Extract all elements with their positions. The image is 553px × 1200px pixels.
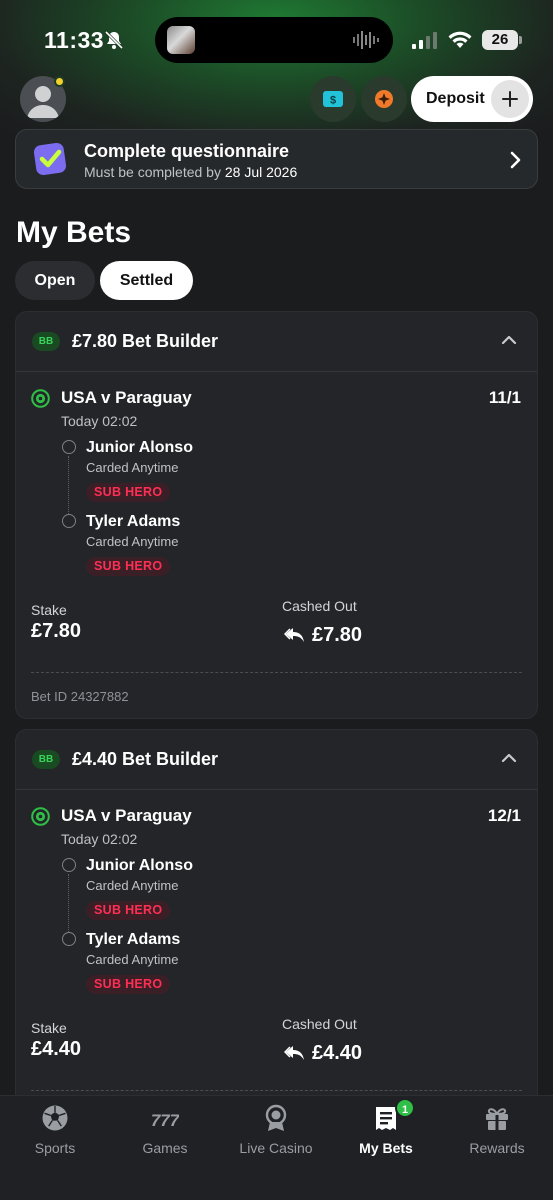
cash-ticket-button[interactable]: $ (310, 76, 356, 122)
bet-id: Bet ID 24327882 (31, 689, 129, 704)
odds: 12/1 (487, 806, 521, 825)
cashed-out-value: £4.40 (312, 1042, 363, 1064)
stake-value: £7.80 (31, 620, 82, 642)
svg-text:$: $ (330, 95, 336, 107)
sub-hero-badge: SUB HERO (86, 483, 171, 502)
selection-name: Junior Alonso (86, 439, 193, 456)
page-title: My Bets (16, 216, 132, 249)
selection-dot (62, 932, 76, 946)
questionnaire-banner[interactable]: Complete questionnaire Must be completed… (15, 129, 538, 189)
status-bar: 11:33 26 (0, 0, 553, 80)
cash-out-arrow-icon (284, 628, 304, 642)
selection-name: Junior Alonso (86, 857, 193, 874)
bet-builder-badge: BB (32, 750, 60, 769)
match-time: Today 02:02 (61, 831, 138, 847)
tab-bar-item-live-casino[interactable]: Live Casino (221, 1096, 331, 1176)
checklist-icon (33, 142, 67, 176)
coin-icon (375, 90, 393, 108)
selection-name: Tyler Adams (86, 931, 181, 948)
media-thumbnail (167, 26, 195, 54)
questionnaire-subtitle: Must be completed by 28 Jul 2026 (84, 164, 298, 180)
questionnaire-deadline: 28 Jul 2026 (224, 164, 298, 180)
match-time: Today 02:02 (61, 413, 138, 429)
selection-dot (62, 514, 76, 528)
tab-bar-item-games[interactable]: 777 Games (110, 1096, 220, 1176)
tab-open[interactable]: Open (15, 261, 95, 300)
tab-bar-label: Games (142, 1140, 188, 1156)
stake-label: Stake (31, 602, 67, 618)
gift-icon (486, 1108, 508, 1130)
cashed-out-value: £7.80 (312, 624, 363, 646)
bet-card-header[interactable]: BB £4.40 Bet Builder (16, 730, 537, 790)
bet-title: £4.40 Bet Builder (72, 749, 219, 769)
cashed-out-label: Cashed Out (282, 1016, 357, 1032)
chevron-right-icon (510, 151, 521, 169)
wifi-icon (448, 31, 472, 48)
tab-bar-label: Rewards (469, 1140, 525, 1156)
divider (31, 672, 522, 673)
tab-bar-item-my-bets[interactable]: 1 My Bets (331, 1096, 441, 1176)
svg-text:777: 777 (151, 1111, 179, 1130)
match-name: USA v Paraguay (61, 388, 192, 407)
chevron-up-icon[interactable] (501, 334, 517, 346)
soccer-ball-icon (31, 389, 50, 408)
selection-name: Tyler Adams (86, 513, 181, 530)
bell-muted-icon (104, 30, 124, 50)
tab-bar-item-sports[interactable]: Sports (0, 1096, 110, 1176)
tab-bar-label: My Bets (359, 1140, 413, 1156)
ticket-icon: $ (323, 91, 343, 107)
selection-connector (68, 456, 69, 516)
soccer-ball-icon (42, 1105, 68, 1131)
plus-icon (491, 80, 529, 118)
selection-market: Carded Anytime (86, 460, 179, 475)
audio-wave-icon (353, 31, 379, 49)
dynamic-island[interactable] (155, 17, 393, 63)
sub-hero-badge: SUB HERO (86, 901, 171, 920)
chevron-up-icon[interactable] (501, 752, 517, 764)
tab-bar-label: Sports (34, 1140, 76, 1156)
tab-bar-item-rewards[interactable]: Rewards (442, 1096, 552, 1176)
tab-bar-label: Live Casino (239, 1140, 313, 1156)
deposit-label: Deposit (426, 90, 485, 107)
battery-indicator: 26 (482, 30, 522, 50)
notification-badge: 1 (395, 1098, 415, 1118)
selection-dot (62, 858, 76, 872)
bottom-tab-bar: Sports 777 Games Live Casino 1 My Bets R… (0, 1095, 553, 1200)
selection-dot (62, 440, 76, 454)
bet-builder-badge: BB (32, 332, 60, 351)
soccer-ball-icon (31, 807, 50, 826)
cash-out-arrow-icon (284, 1046, 304, 1060)
bet-title: £7.80 Bet Builder (72, 331, 219, 351)
selection-market: Carded Anytime (86, 952, 179, 967)
bet-card[interactable]: BB £7.80 Bet Builder USA v Paraguay 11/1… (15, 311, 538, 719)
selection-connector (68, 874, 69, 934)
status-time: 11:33 (44, 27, 105, 53)
cellular-signal-icon (412, 32, 437, 49)
777-icon: 777 (151, 1111, 179, 1130)
match-name: USA v Paraguay (61, 806, 192, 825)
medal-icon (265, 1104, 287, 1131)
sub-hero-badge: SUB HERO (86, 975, 171, 994)
cashed-out-label: Cashed Out (282, 598, 357, 614)
questionnaire-title: Complete questionnaire (84, 141, 290, 161)
odds: 11/1 (488, 388, 521, 407)
stake-label: Stake (31, 1020, 67, 1036)
divider (31, 1090, 522, 1091)
bet-card-header[interactable]: BB £7.80 Bet Builder (16, 312, 537, 372)
tab-settled[interactable]: Settled (100, 261, 193, 300)
selection-market: Carded Anytime (86, 534, 179, 549)
bet-card[interactable]: BB £4.40 Bet Builder USA v Paraguay 12/1… (15, 729, 538, 1109)
rewards-coin-button[interactable] (361, 76, 407, 122)
deposit-button[interactable]: Deposit (411, 76, 533, 122)
notification-dot (54, 76, 65, 87)
selection-market: Carded Anytime (86, 878, 179, 893)
sub-hero-badge: SUB HERO (86, 557, 171, 576)
stake-value: £4.40 (31, 1038, 82, 1060)
